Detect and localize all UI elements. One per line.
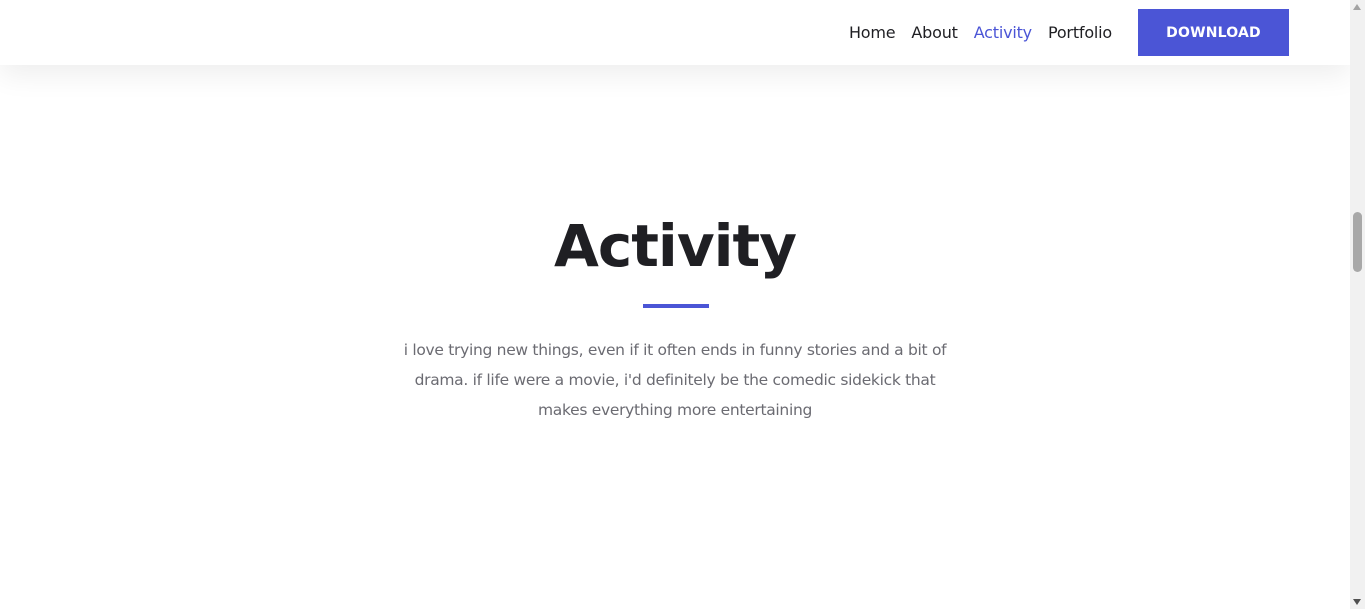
nav-link-activity[interactable]: Activity xyxy=(974,23,1032,42)
page: Home About Activity Portfolio DOWNLOAD A… xyxy=(0,0,1365,609)
section-description: i love trying new things, even if it oft… xyxy=(403,341,947,419)
scrollbar-thumb[interactable] xyxy=(1353,212,1362,272)
vertical-scrollbar[interactable] xyxy=(1350,0,1365,609)
scroll-down-arrow-icon[interactable] xyxy=(1353,599,1361,605)
nav-link-home[interactable]: Home xyxy=(849,23,896,42)
nav-link-about[interactable]: About xyxy=(911,23,958,42)
scroll-up-arrow-icon[interactable] xyxy=(1353,4,1361,10)
activity-section: Activity i love trying new things, even … xyxy=(0,65,1350,609)
download-button[interactable]: DOWNLOAD xyxy=(1138,9,1289,56)
site-header: Home About Activity Portfolio DOWNLOAD xyxy=(0,0,1350,65)
title-divider xyxy=(643,304,709,308)
section-title: Activity xyxy=(553,212,797,280)
main-nav: Home About Activity Portfolio DOWNLOAD xyxy=(849,0,1289,65)
nav-link-portfolio[interactable]: Portfolio xyxy=(1048,23,1112,42)
